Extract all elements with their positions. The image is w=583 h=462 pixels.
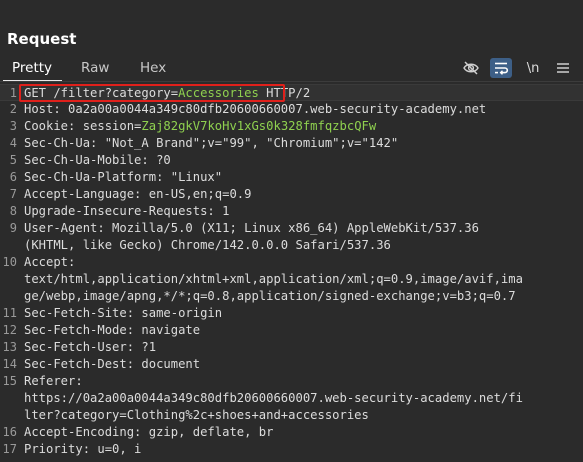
newline-label: \n	[526, 60, 540, 76]
request-line[interactable]: 9 User-Agent: Mozilla/5.0 (X11; Linux x86…	[0, 220, 583, 237]
header-text: Sec-Ch-Ua-Platform: "Linux"	[24, 170, 223, 184]
line-text: Accept-Encoding: gzip, deflate, br	[24, 424, 273, 441]
newline-toggle[interactable]: \n	[522, 58, 544, 78]
header-text: Sec-Fetch-User: ?1	[24, 340, 157, 354]
line-text: Host: 0a2a00a0044a349c80dfb20600660007.w…	[24, 101, 486, 118]
line-text: Sec-Ch-Ua-Platform: "Linux"	[24, 169, 222, 186]
line-text: Sec-Ch-Ua-Mobile: ?0	[24, 152, 171, 169]
header-text: (KHTML, like Gecko) Chrome/142.0.0.0 Saf…	[24, 238, 391, 252]
line-number: 6	[9, 170, 17, 184]
request-line[interactable]: (KHTML, like Gecko) Chrome/142.0.0.0 Saf…	[0, 237, 583, 254]
line-text: Upgrade-Insecure-Requests: 1	[24, 203, 229, 220]
line-number: 14	[2, 357, 17, 371]
line-text: (KHTML, like Gecko) Chrome/142.0.0.0 Saf…	[24, 237, 391, 254]
request-line[interactable]: text/html,application/xhtml+xml,applicat…	[0, 271, 583, 288]
header-text: Priority: u=0, i	[24, 442, 142, 456]
line-number: 7	[9, 187, 17, 201]
line-text: text/html,application/xhtml+xml,applicat…	[24, 271, 523, 288]
menu-icon[interactable]	[552, 58, 574, 78]
line-number: 11	[2, 306, 17, 320]
wrap-text-icon[interactable]	[490, 58, 512, 78]
line-number: 1	[9, 86, 17, 100]
line-text: Sec-Fetch-Dest: document	[24, 356, 200, 373]
header-text: Sec-Ch-Ua-Mobile: ?0	[24, 153, 171, 167]
line-number: 10	[2, 255, 17, 269]
line-text: Cookie: session=Zaj82gkV7koHv1xGs0k328fm…	[24, 118, 376, 135]
request-line[interactable]: 13 Sec-Fetch-User: ?1	[0, 339, 583, 356]
header-text-tail: HTTP/2	[258, 86, 311, 100]
line-number: 16	[2, 425, 17, 439]
header-text: Referer:	[24, 374, 83, 388]
header-text: GET /filter?category=	[24, 86, 179, 100]
line-text: https://0a2a00a0044a349c80dfb20600660007…	[24, 390, 523, 407]
request-line[interactable]: 8 Upgrade-Insecure-Requests: 1	[0, 203, 583, 220]
tab-hex[interactable]: Hex	[140, 60, 166, 76]
line-text: User-Agent: Mozilla/5.0 (X11; Linux x86_…	[24, 220, 479, 237]
line-text: Sec-Fetch-Mode: navigate	[24, 322, 200, 339]
request-line[interactable]: 6 Sec-Ch-Ua-Platform: "Linux"	[0, 169, 583, 186]
header-text: Upgrade-Insecure-Requests: 1	[24, 204, 230, 218]
header-text: Sec-Fetch-Mode: navigate	[24, 323, 201, 337]
header-text: User-Agent: Mozilla/5.0 (X11; Linux x86_…	[24, 221, 479, 235]
request-line[interactable]: lter?category=Clothing%2c+shoes+and+acce…	[0, 407, 583, 424]
line-number: 9	[9, 221, 17, 235]
line-text: Priority: u=0, i	[24, 441, 141, 458]
line-text: ge/webp,image/apng,*/*;q=0.8,application…	[24, 288, 516, 305]
line-number: 2	[9, 102, 17, 116]
line-number: 12	[2, 323, 17, 337]
request-line[interactable]: https://0a2a00a0044a349c80dfb20600660007…	[0, 390, 583, 407]
eye-off-icon[interactable]	[460, 58, 482, 78]
header-text: https://0a2a00a0044a349c80dfb20600660007…	[24, 391, 523, 405]
header-text: Accept-Encoding: gzip, deflate, br	[24, 425, 274, 439]
line-text: lter?category=Clothing%2c+shoes+and+acce…	[24, 407, 369, 424]
header-text: Sec-Fetch-Site: same-origin	[24, 306, 223, 320]
line-text: GET /filter?category=Accessories HTTP/2	[24, 85, 310, 102]
line-text: Sec-Fetch-Site: same-origin	[24, 305, 222, 322]
header-text: ge/webp,image/apng,*/*;q=0.8,application…	[24, 289, 516, 303]
request-line[interactable]: 14 Sec-Fetch-Dest: document	[0, 356, 583, 373]
line-text: Sec-Ch-Ua: "Not_A Brand";v="99", "Chromi…	[24, 135, 398, 152]
request-line[interactable]: 15 Referer:	[0, 373, 583, 390]
request-line[interactable]: 12 Sec-Fetch-Mode: navigate	[0, 322, 583, 339]
tabs-divider	[0, 81, 583, 82]
request-line[interactable]: 5 Sec-Ch-Ua-Mobile: ?0	[0, 152, 583, 169]
line-number: 13	[2, 340, 17, 354]
line-number: 15	[2, 374, 17, 388]
line-number: 17	[2, 442, 17, 456]
panel-title: Request	[7, 30, 77, 48]
line-text: Accept-Language: en-US,en;q=0.9	[24, 186, 251, 203]
param-value: Accessories	[178, 86, 259, 100]
header-text: Sec-Fetch-Dest: document	[24, 357, 201, 371]
request-editor[interactable]: 1 GET /filter?category=Accessories HTTP/2…	[0, 84, 583, 462]
line-text: Sec-Fetch-User: ?1	[24, 339, 156, 356]
header-text: Cookie: session=	[24, 119, 142, 133]
request-line[interactable]: 11 Sec-Fetch-Site: same-origin	[0, 305, 583, 322]
tab-raw[interactable]: Raw	[81, 60, 109, 76]
request-line[interactable]: 7 Accept-Language: en-US,en;q=0.9	[0, 186, 583, 203]
line-number: 3	[9, 119, 17, 133]
header-text: text/html,application/xhtml+xml,applicat…	[24, 272, 523, 286]
request-line[interactable]: ge/webp,image/apng,*/*;q=0.8,application…	[0, 288, 583, 305]
line-text: Accept:	[24, 254, 75, 271]
tab-pretty[interactable]: Pretty	[12, 60, 52, 76]
line-number: 4	[9, 136, 17, 150]
header-text: Accept-Language: en-US,en;q=0.9	[24, 187, 252, 201]
header-text: Sec-Ch-Ua: "Not_A Brand";v="99", "Chromi…	[24, 136, 399, 150]
request-line[interactable]: 17 Priority: u=0, i	[0, 441, 583, 458]
header-text: lter?category=Clothing%2c+shoes+and+acce…	[24, 408, 369, 422]
line-text: Referer:	[24, 373, 83, 390]
request-line[interactable]: 2 Host: 0a2a00a0044a349c80dfb20600660007.…	[0, 101, 583, 118]
line-number: 5	[9, 153, 17, 167]
line-number: 8	[9, 204, 17, 218]
top-strip	[0, 0, 583, 20]
request-line[interactable]: 10 Accept:	[0, 254, 583, 271]
header-text: Accept:	[24, 255, 76, 269]
param-value: Zaj82gkV7koHv1xGs0k328fmfqzbcQFw	[141, 119, 377, 133]
request-line[interactable]: 4 Sec-Ch-Ua: "Not_A Brand";v="99", "Chrom…	[0, 135, 583, 152]
request-line[interactable]: 3 Cookie: session=Zaj82gkV7koHv1xGs0k328f…	[0, 118, 583, 135]
request-line[interactable]: 1 GET /filter?category=Accessories HTTP/2	[0, 84, 583, 101]
request-line[interactable]: 16 Accept-Encoding: gzip, deflate, br	[0, 424, 583, 441]
header-text: Host: 0a2a00a0044a349c80dfb20600660007.w…	[24, 102, 487, 116]
